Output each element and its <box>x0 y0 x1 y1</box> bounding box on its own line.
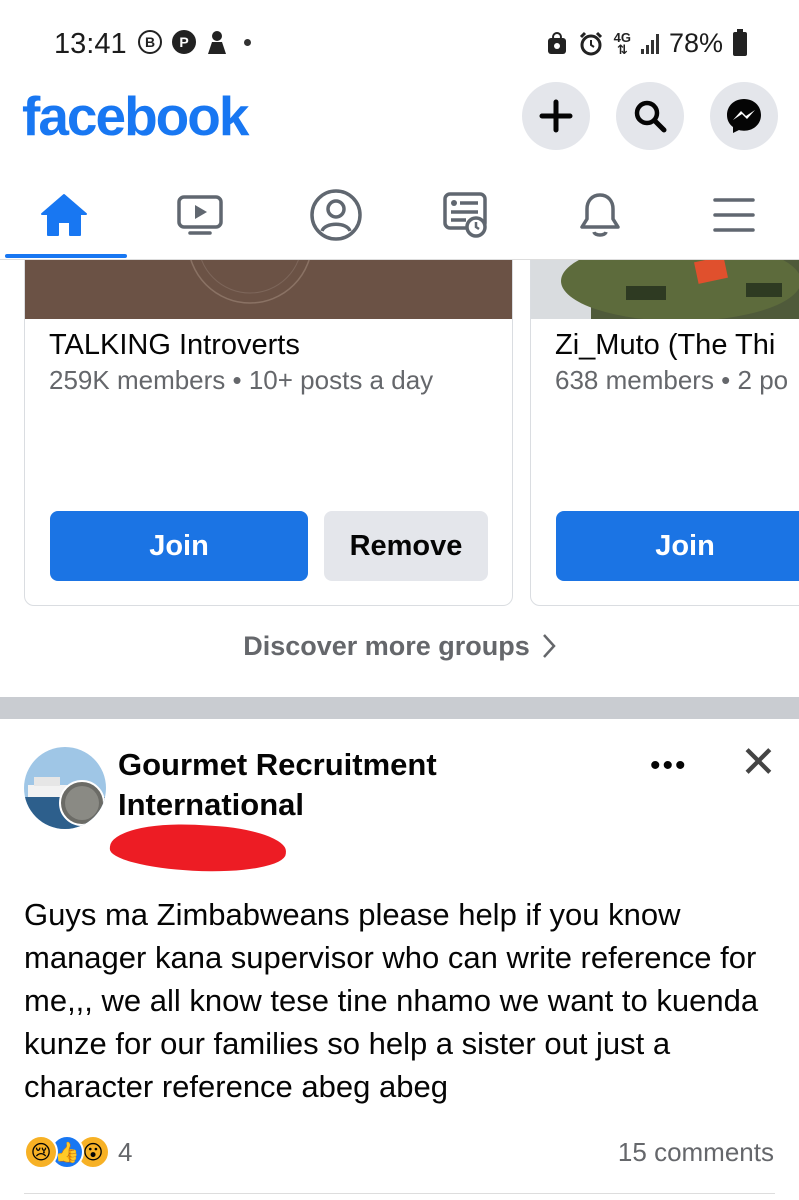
group-meta: 638 members • 2 po <box>555 365 789 395</box>
tab-menu[interactable] <box>670 170 798 260</box>
app-header: facebook <box>0 80 799 160</box>
search-button[interactable] <box>616 82 684 150</box>
feed-separator <box>0 697 799 719</box>
join-group-button[interactable]: Join <box>50 511 308 581</box>
battery-icon <box>733 28 747 56</box>
group-name[interactable]: Zi_Muto (The Thi <box>555 329 775 362</box>
feeds-icon <box>443 192 487 238</box>
group-meta: 259K members • 10+ posts a day <box>49 365 434 395</box>
reaction-count: 4 <box>118 1136 133 1167</box>
hide-post-close-icon[interactable]: ✕ <box>740 737 777 788</box>
messenger-button[interactable] <box>710 82 778 150</box>
menu-hamburger-icon <box>713 198 755 232</box>
tab-watch[interactable] <box>136 170 264 260</box>
tab-notifications[interactable] <box>536 170 664 260</box>
plus-icon <box>539 99 573 133</box>
dot-icon <box>244 38 251 46</box>
create-button[interactable] <box>522 82 590 150</box>
tab-profile[interactable] <box>272 170 400 260</box>
post-body-text: Guys ma Zimbabweans please help if you k… <box>24 897 759 1104</box>
post-divider <box>24 1193 775 1194</box>
status-right-icons: 4G ⇅ 78% <box>546 28 747 59</box>
bell-icon <box>580 193 620 237</box>
signal-icon <box>640 33 659 54</box>
chevron-right-icon <box>542 634 556 658</box>
home-icon <box>41 194 87 236</box>
discover-more-label: Discover more groups <box>243 630 530 661</box>
battery-percent: 78% <box>668 28 723 58</box>
active-tab-indicator <box>5 254 127 258</box>
alarm-icon <box>579 31 602 55</box>
status-bar: 13:41 B P 4G ⇅ 78% <box>0 0 799 80</box>
author-avatar[interactable] <box>24 747 106 829</box>
status-left-icons: B P <box>138 30 251 54</box>
tab-home[interactable] <box>0 170 128 260</box>
network-indicator: 4G ⇅ <box>613 29 631 57</box>
post-author-name[interactable]: Gourmet Recruitment International <box>118 745 538 825</box>
group-card[interactable]: Zi_Muto (The Thi 638 members • 2 po Join <box>530 260 799 606</box>
main-nav-tabs <box>0 170 799 260</box>
post-reactions[interactable]: 😢 👍 😮 4 <box>24 1135 132 1169</box>
join-group-button[interactable]: Join <box>556 511 799 581</box>
group-cover-image <box>25 260 512 319</box>
sad-reaction-icon: 😢 <box>24 1135 58 1169</box>
lock-shield-icon <box>547 31 566 54</box>
watch-video-icon <box>177 195 223 235</box>
remove-group-button[interactable]: Remove <box>324 511 488 581</box>
redaction-mark <box>108 820 288 876</box>
comments-count-link[interactable]: 15 comments <box>618 1137 774 1168</box>
post-more-options-button[interactable]: ••• <box>650 749 688 783</box>
profile-icon <box>310 189 362 241</box>
search-icon <box>634 100 667 133</box>
pinterest-icon: P <box>172 30 196 54</box>
feed-post: Gourmet Recruitment International 1h · •… <box>0 719 799 1200</box>
discover-more-groups-link[interactable]: Discover more groups <box>0 626 799 666</box>
tab-feeds[interactable] <box>402 170 530 260</box>
person-icon <box>208 31 226 54</box>
messenger-icon <box>727 99 761 133</box>
b-circle-icon: B <box>138 30 162 54</box>
group-card[interactable]: TALKING Introverts 259K members • 10+ po… <box>24 260 513 606</box>
facebook-logo[interactable]: facebook <box>22 84 249 148</box>
group-cover-image <box>531 260 799 319</box>
status-time: 13:41 <box>54 28 127 60</box>
group-name[interactable]: TALKING Introverts <box>49 329 300 362</box>
suggested-groups-carousel[interactable]: TALKING Introverts 259K members • 10+ po… <box>0 260 799 620</box>
